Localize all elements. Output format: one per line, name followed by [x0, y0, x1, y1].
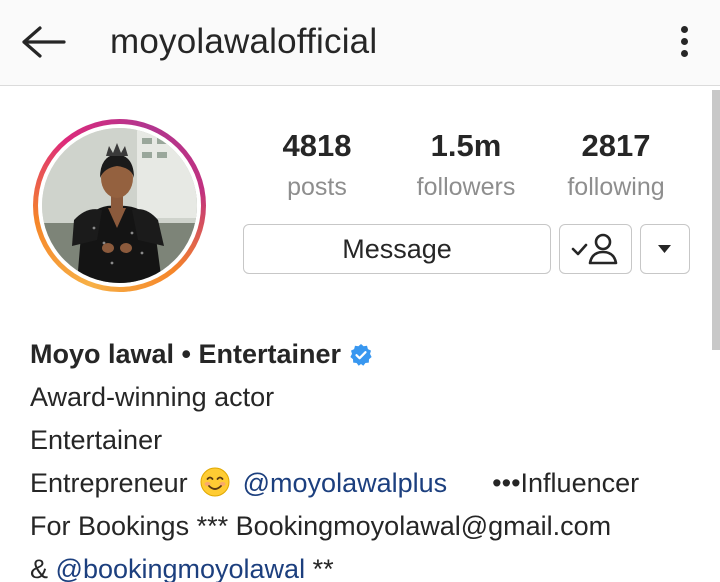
dot: [681, 50, 688, 57]
back-button[interactable]: [18, 22, 68, 62]
bio-line-1: Award-winning actor: [30, 382, 275, 412]
following-button[interactable]: [559, 224, 632, 274]
followers-label: followers: [416, 173, 516, 201]
followers-stat[interactable]: 1.5m followers: [406, 127, 526, 203]
arrow-left-icon: [22, 26, 66, 58]
following-label: following: [567, 173, 665, 201]
posts-label: posts: [287, 173, 347, 201]
mention-link[interactable]: @moyolawalplus: [243, 468, 448, 498]
top-app-bar: moyolawalofficial: [0, 0, 720, 86]
bio-line-3-tail: •••Influencer: [492, 468, 640, 498]
profile-username-title: moyolawalofficial: [110, 22, 378, 61]
suggestions-dropdown-button[interactable]: [640, 224, 690, 274]
profile-bio: Moyo lawal • Entertainer Award-winning a…: [30, 333, 710, 582]
posts-stat[interactable]: 4818 posts: [262, 127, 372, 203]
profile-name-line: Moyo lawal • Entertainer: [30, 333, 710, 376]
avatar-image: [42, 128, 197, 283]
smiling-face-emoji: [200, 467, 230, 497]
verified-badge-icon: [350, 343, 372, 366]
bio-line-3: Entrepreneur @moyolawalplus •••Influence…: [30, 462, 710, 505]
more-options-button[interactable]: [674, 24, 696, 60]
bio-line-4: For Bookings *** Bookingmoyolawal@gmail.…: [30, 511, 612, 541]
bio-line-5: & @bookingmoyolawal **: [30, 548, 710, 582]
message-button[interactable]: Message: [243, 224, 551, 274]
person-check-icon: [571, 233, 618, 265]
followers-count: 1.5m: [430, 128, 502, 163]
following-count: 2817: [581, 128, 651, 163]
bio-line-2: Entertainer: [30, 425, 163, 455]
dot: [681, 26, 688, 33]
caret-down-icon: [658, 245, 671, 253]
posts-count: 4818: [282, 128, 352, 163]
dot: [681, 38, 688, 45]
profile-display-name: Moyo lawal • Entertainer: [30, 339, 342, 369]
mention-link[interactable]: @bookingmoyolawal: [56, 554, 306, 582]
avatar[interactable]: [42, 128, 197, 283]
scrollbar[interactable]: [712, 90, 720, 350]
following-stat[interactable]: 2817 following: [556, 127, 676, 203]
profile-avatar-ring[interactable]: [33, 119, 206, 292]
bio-line-3-text: Entrepreneur: [30, 468, 188, 498]
bio-line-5-prefix: &: [30, 554, 49, 582]
bio-line-5-suffix: **: [312, 554, 334, 582]
